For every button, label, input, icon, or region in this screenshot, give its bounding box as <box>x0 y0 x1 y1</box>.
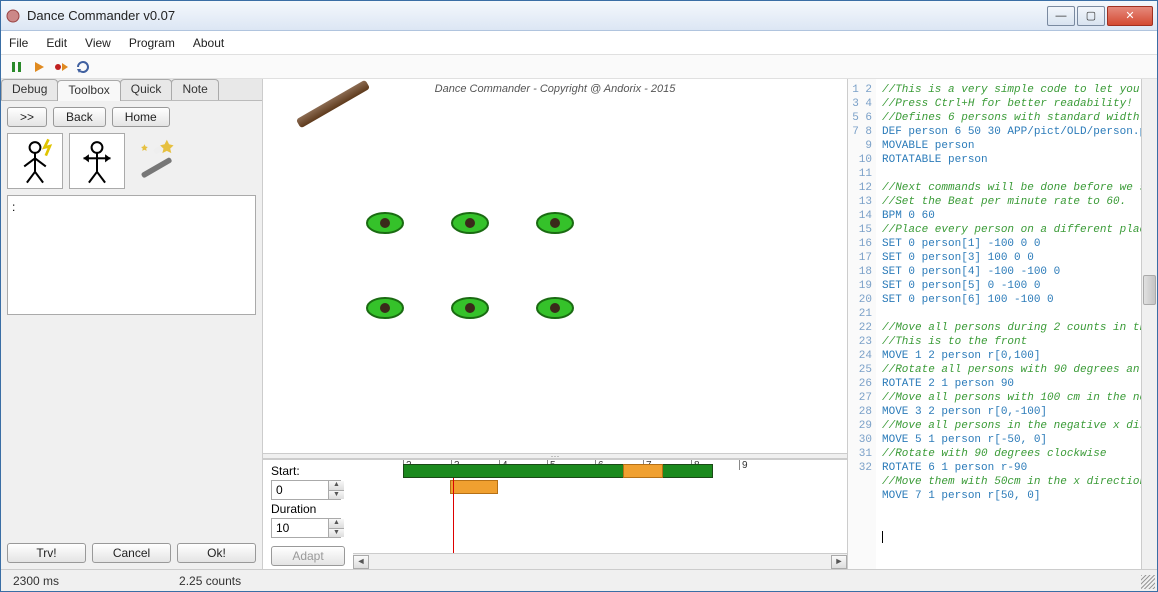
dancer-2[interactable] <box>448 209 492 237</box>
record-play-icon[interactable] <box>53 59 69 75</box>
timeline-block[interactable] <box>623 464 663 478</box>
timeline-hscroll[interactable]: ◄ ► <box>353 553 847 569</box>
start-spin-up[interactable]: ▲ <box>328 481 344 491</box>
magic-wand-icon[interactable] <box>131 133 187 189</box>
nav-back-button[interactable]: Back <box>53 107 106 127</box>
tab-toolbox[interactable]: Toolbox <box>57 80 120 101</box>
duration-label: Duration <box>271 502 345 516</box>
stage[interactable]: Dance Commander - Copyright @ Andorix - … <box>263 79 847 453</box>
status-counts: 2.25 counts <box>179 574 241 588</box>
menu-about[interactable]: About <box>193 36 224 50</box>
titlebar[interactable]: Dance Commander v0.07 — ▢ ✕ <box>1 1 1157 31</box>
timeline-track[interactable]: 23456789 ◄ ► <box>353 460 847 569</box>
code-gutter: 1 2 3 4 5 6 7 8 9 10 11 12 13 14 15 16 1… <box>848 79 876 569</box>
menubar: File Edit View Program About <box>1 31 1157 55</box>
cancel-button[interactable]: Cancel <box>92 543 171 563</box>
window-title: Dance Commander v0.07 <box>27 8 1047 23</box>
hscroll-right-icon[interactable]: ► <box>831 555 847 569</box>
try-button[interactable]: Trv! <box>7 543 86 563</box>
left-pane: Debug Toolbox Quick Note >> Back Home <box>1 79 263 569</box>
toolbox-action-row: Trv! Cancel Ok! <box>1 537 262 569</box>
stage-copyright: Dance Commander - Copyright @ Andorix - … <box>435 83 676 95</box>
timeline: Start: ▲▼ Duration ▲▼ Adapt 23456789 <box>263 459 847 569</box>
timeline-block[interactable] <box>450 480 498 494</box>
toolbox-textarea[interactable] <box>7 195 256 315</box>
start-label: Start: <box>271 464 345 478</box>
toolbar <box>1 55 1157 79</box>
duration-spin-down[interactable]: ▼ <box>328 529 344 538</box>
code-pane: 1 2 3 4 5 6 7 8 9 10 11 12 13 14 15 16 1… <box>847 79 1157 569</box>
stage-stick-prop <box>296 80 370 129</box>
stickman-bolt-tile[interactable] <box>7 133 63 189</box>
tab-note[interactable]: Note <box>171 79 218 100</box>
main-area: Debug Toolbox Quick Note >> Back Home <box>1 79 1157 569</box>
app-icon <box>5 8 21 24</box>
nav-home-button[interactable]: Home <box>112 107 170 127</box>
toolbox-body: >> Back Home <box>1 101 262 537</box>
statusbar: 2300 ms 2.25 counts <box>1 569 1157 591</box>
timeline-block[interactable] <box>403 464 713 478</box>
start-spin-down[interactable]: ▼ <box>328 491 344 500</box>
maximize-button[interactable]: ▢ <box>1077 6 1105 26</box>
menu-file[interactable]: File <box>9 36 28 50</box>
code-editor[interactable]: //This is a very simple code to let you … <box>876 79 1141 569</box>
ok-button[interactable]: Ok! <box>177 543 256 563</box>
menu-program[interactable]: Program <box>129 36 175 50</box>
timeline-controls: Start: ▲▼ Duration ▲▼ Adapt <box>263 460 353 569</box>
vscroll-thumb[interactable] <box>1143 275 1156 305</box>
duration-spin-up[interactable]: ▲ <box>328 519 344 529</box>
dancer-1[interactable] <box>363 209 407 237</box>
tab-quick[interactable]: Quick <box>120 79 173 100</box>
dancer-5[interactable] <box>448 294 492 322</box>
loop-icon[interactable] <box>75 59 91 75</box>
dancer-6[interactable] <box>533 294 577 322</box>
app-window: Dance Commander v0.07 — ▢ ✕ File Edit Vi… <box>0 0 1158 592</box>
dancer-4[interactable] <box>363 294 407 322</box>
nav-forward-button[interactable]: >> <box>7 107 47 127</box>
tick-label: 9 <box>742 460 748 471</box>
minimize-button[interactable]: — <box>1047 6 1075 26</box>
resize-grip-icon[interactable] <box>1141 575 1155 589</box>
status-time: 2300 ms <box>13 574 59 588</box>
hscroll-left-icon[interactable]: ◄ <box>353 555 369 569</box>
close-button[interactable]: ✕ <box>1107 6 1153 26</box>
dancer-3[interactable] <box>533 209 577 237</box>
center-pane: Dance Commander - Copyright @ Andorix - … <box>263 79 847 569</box>
stickman-arrows-tile[interactable] <box>69 133 125 189</box>
menu-edit[interactable]: Edit <box>46 36 67 50</box>
play-icon[interactable] <box>31 59 47 75</box>
tab-strip: Debug Toolbox Quick Note <box>1 79 262 101</box>
adapt-button[interactable]: Adapt <box>271 546 345 566</box>
code-vscroll[interactable] <box>1141 79 1157 569</box>
tab-debug[interactable]: Debug <box>1 79 58 100</box>
pause-icon[interactable] <box>9 59 25 75</box>
menu-view[interactable]: View <box>85 36 111 50</box>
